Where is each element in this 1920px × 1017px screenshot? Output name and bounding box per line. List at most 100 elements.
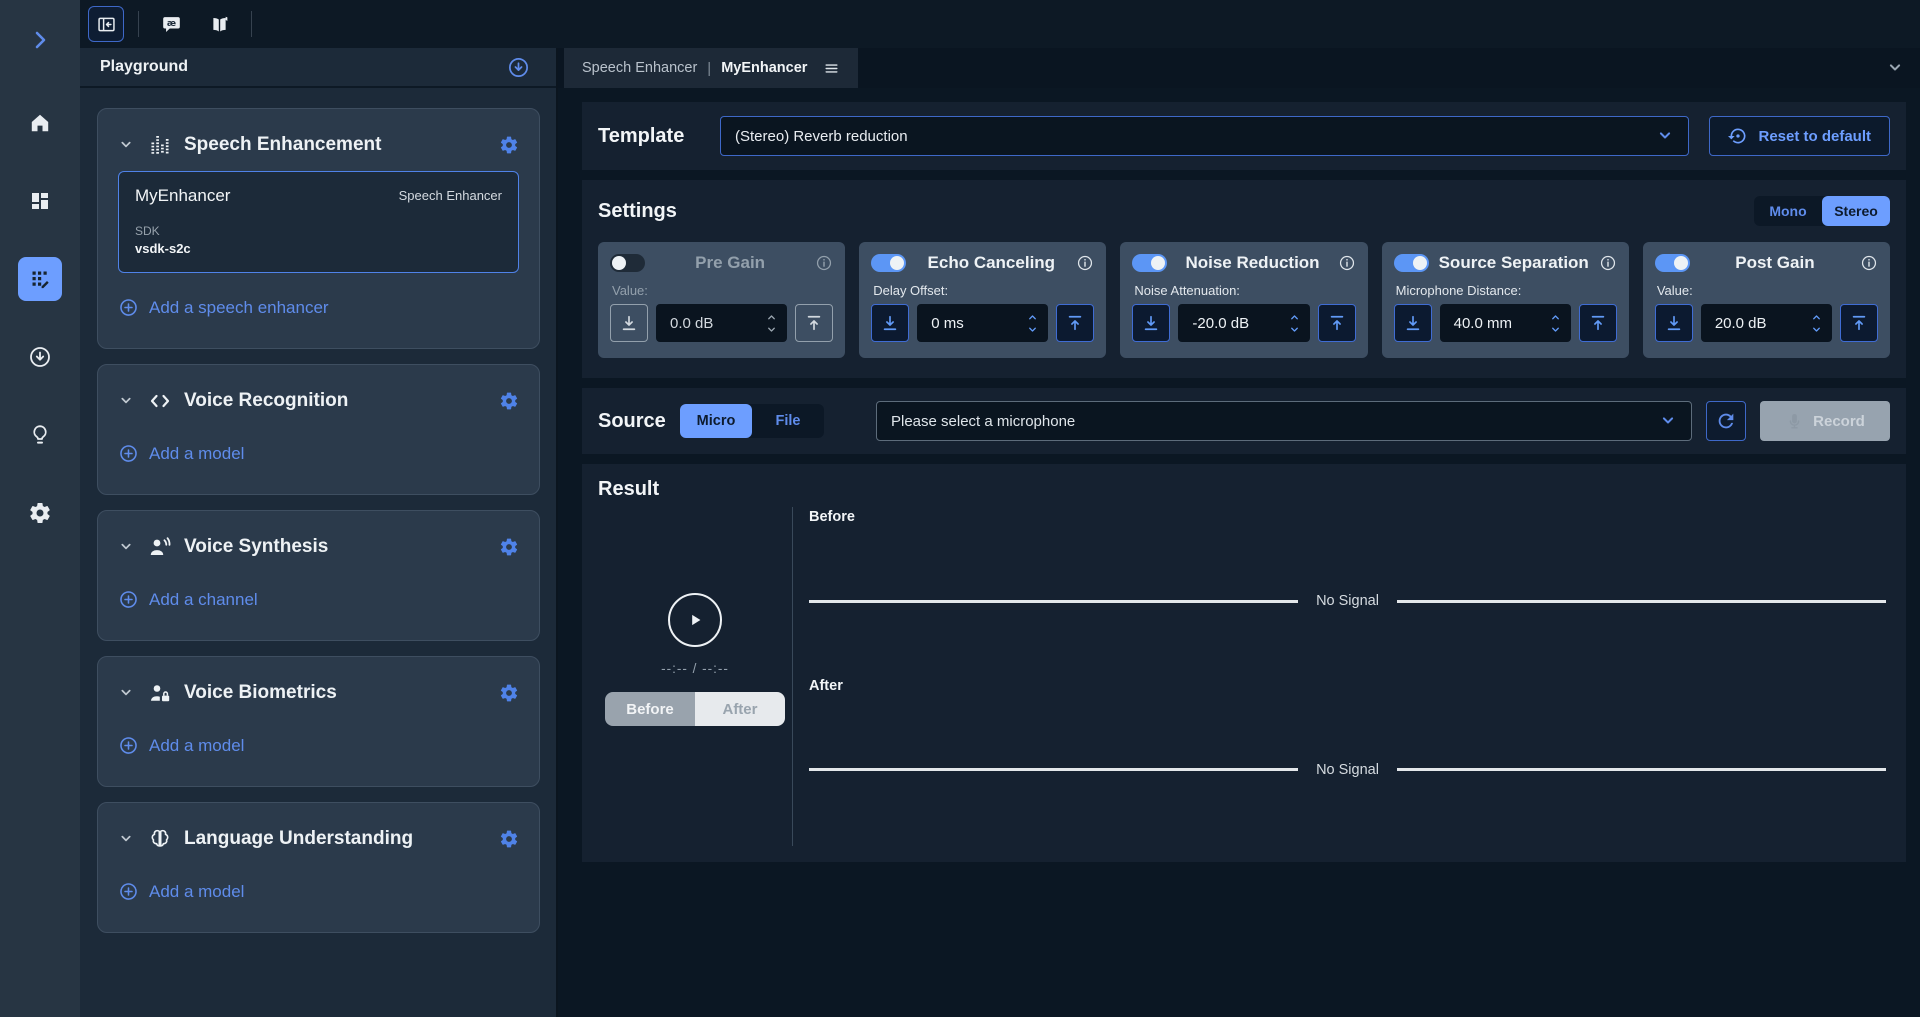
- set-max-button[interactable]: [1579, 304, 1617, 342]
- info-icon[interactable]: [1860, 254, 1878, 272]
- section-settings-button[interactable]: [499, 135, 519, 155]
- pre-gain-toggle[interactable]: [610, 254, 645, 272]
- before-button[interactable]: Before: [605, 692, 695, 726]
- micro-button[interactable]: Micro: [680, 404, 752, 438]
- playground-export-button[interactable]: [507, 56, 530, 79]
- arrow-to-bottom-icon: [880, 313, 900, 333]
- add-model-button[interactable]: Add a model: [118, 881, 244, 902]
- speech-bubble-ae-icon: [161, 14, 182, 35]
- info-icon[interactable]: [815, 254, 833, 272]
- add-model-button[interactable]: Add a model: [118, 735, 244, 756]
- setting-title: Echo Canceling: [906, 253, 1076, 273]
- pre-gain-input[interactable]: 0.0 dB: [656, 304, 787, 342]
- noise-reduction-toggle[interactable]: [1132, 254, 1167, 272]
- track-label: After: [809, 678, 1886, 694]
- chevron-up-icon[interactable]: [1548, 311, 1563, 323]
- rail-tips-button[interactable]: [18, 413, 62, 457]
- section-settings-button[interactable]: [499, 391, 519, 411]
- collapse-section-icon[interactable]: [118, 539, 134, 555]
- gear-icon: [499, 683, 519, 703]
- chevron-down-icon: [1659, 412, 1677, 430]
- delay-offset-input[interactable]: 0 ms: [917, 304, 1048, 342]
- refresh-devices-button[interactable]: [1706, 401, 1746, 441]
- set-max-button[interactable]: [795, 304, 833, 342]
- set-min-button[interactable]: [871, 304, 909, 342]
- setting-card-echo-canceling: Echo Canceling Delay Offset: 0 ms: [859, 242, 1106, 358]
- documentation-button[interactable]: [201, 6, 237, 42]
- set-max-button[interactable]: [1840, 304, 1878, 342]
- collapse-section-icon[interactable]: [118, 393, 134, 409]
- chevron-down-icon[interactable]: [1287, 324, 1302, 336]
- arrow-to-top-icon: [804, 313, 824, 333]
- add-link-label: Add a model: [149, 444, 244, 464]
- post-gain-toggle[interactable]: [1655, 254, 1690, 272]
- arrow-to-top-icon: [1065, 313, 1085, 333]
- source-separation-toggle[interactable]: [1394, 254, 1429, 272]
- set-max-button[interactable]: [1056, 304, 1094, 342]
- set-min-button[interactable]: [1394, 304, 1432, 342]
- lightbulb-icon: [28, 423, 52, 447]
- set-max-button[interactable]: [1318, 304, 1356, 342]
- template-select[interactable]: (Stereo) Reverb reduction: [720, 116, 1689, 156]
- section-voice-synthesis: Voice Synthesis Add a channel: [97, 510, 540, 641]
- section-settings-button[interactable]: [499, 829, 519, 849]
- chevron-down-icon[interactable]: [1809, 324, 1824, 336]
- post-gain-input[interactable]: 20.0 dB: [1701, 304, 1832, 342]
- stereo-button[interactable]: Stereo: [1822, 196, 1890, 226]
- mono-button[interactable]: Mono: [1754, 196, 1822, 226]
- reset-icon: [1728, 126, 1748, 146]
- chevron-up-icon[interactable]: [1809, 311, 1824, 323]
- no-signal-text: No Signal: [1316, 593, 1379, 609]
- chevron-right-icon: [28, 28, 52, 52]
- rail-playground-button[interactable]: [18, 257, 62, 301]
- rail-downloads-button[interactable]: [18, 335, 62, 379]
- play-button[interactable]: [668, 593, 722, 647]
- chevron-up-icon[interactable]: [1025, 311, 1040, 323]
- section-voice-biometrics: Voice Biometrics Add a model: [97, 656, 540, 787]
- expand-sidebar-button[interactable]: [18, 24, 62, 56]
- info-icon[interactable]: [1076, 254, 1094, 272]
- tab-name-label: MyEnhancer: [721, 60, 807, 76]
- setting-field-label: Value:: [612, 283, 833, 298]
- noise-attenuation-input[interactable]: -20.0 dB: [1178, 304, 1309, 342]
- info-icon[interactable]: [1338, 254, 1356, 272]
- microphone-distance-input[interactable]: 40.0 mm: [1440, 304, 1571, 342]
- file-button[interactable]: File: [752, 404, 824, 438]
- chevron-up-icon[interactable]: [1287, 311, 1302, 323]
- tab-menu-button[interactable]: [823, 60, 840, 77]
- after-button[interactable]: After: [695, 692, 785, 726]
- settings-cards: Pre Gain Value: 0.0 dB: [598, 242, 1890, 358]
- info-icon[interactable]: [1599, 254, 1617, 272]
- tab-myenhancer[interactable]: Speech Enhancer | MyEnhancer: [564, 48, 858, 88]
- phonetics-button[interactable]: [153, 6, 189, 42]
- chevron-up-icon[interactable]: [764, 311, 779, 323]
- microphone-select[interactable]: Please select a microphone: [876, 401, 1692, 441]
- collapse-panel-button[interactable]: [88, 6, 124, 42]
- set-min-button[interactable]: [1655, 304, 1693, 342]
- collapse-section-icon[interactable]: [118, 831, 134, 847]
- collapse-section-icon[interactable]: [118, 137, 134, 153]
- plus-circle-icon: [118, 881, 139, 902]
- set-min-button[interactable]: [610, 304, 648, 342]
- collapse-section-icon[interactable]: [118, 685, 134, 701]
- tabs-overflow-button[interactable]: [1886, 59, 1904, 77]
- set-min-button[interactable]: [1132, 304, 1170, 342]
- rail-home-button[interactable]: [18, 101, 62, 145]
- model-card-myenhancer[interactable]: MyEnhancer Speech Enhancer SDK vsdk-s2c: [118, 171, 519, 273]
- section-settings-button[interactable]: [499, 683, 519, 703]
- record-button[interactable]: Record: [1760, 401, 1890, 441]
- echo-canceling-toggle[interactable]: [871, 254, 906, 272]
- add-speech-enhancer-button[interactable]: Add a speech enhancer: [118, 297, 329, 318]
- template-selected-value: (Stereo) Reverb reduction: [735, 128, 908, 145]
- add-model-button[interactable]: Add a model: [118, 443, 244, 464]
- source-label: Source: [598, 410, 680, 433]
- add-channel-button[interactable]: Add a channel: [118, 589, 258, 610]
- rail-dashboard-button[interactable]: [18, 179, 62, 223]
- chevron-down-icon[interactable]: [764, 324, 779, 336]
- chevron-down-icon[interactable]: [1025, 324, 1040, 336]
- hamburger-icon: [823, 60, 840, 77]
- rail-settings-button[interactable]: [18, 491, 62, 535]
- section-settings-button[interactable]: [499, 537, 519, 557]
- reset-to-default-button[interactable]: Reset to default: [1709, 116, 1890, 156]
- chevron-down-icon[interactable]: [1548, 324, 1563, 336]
